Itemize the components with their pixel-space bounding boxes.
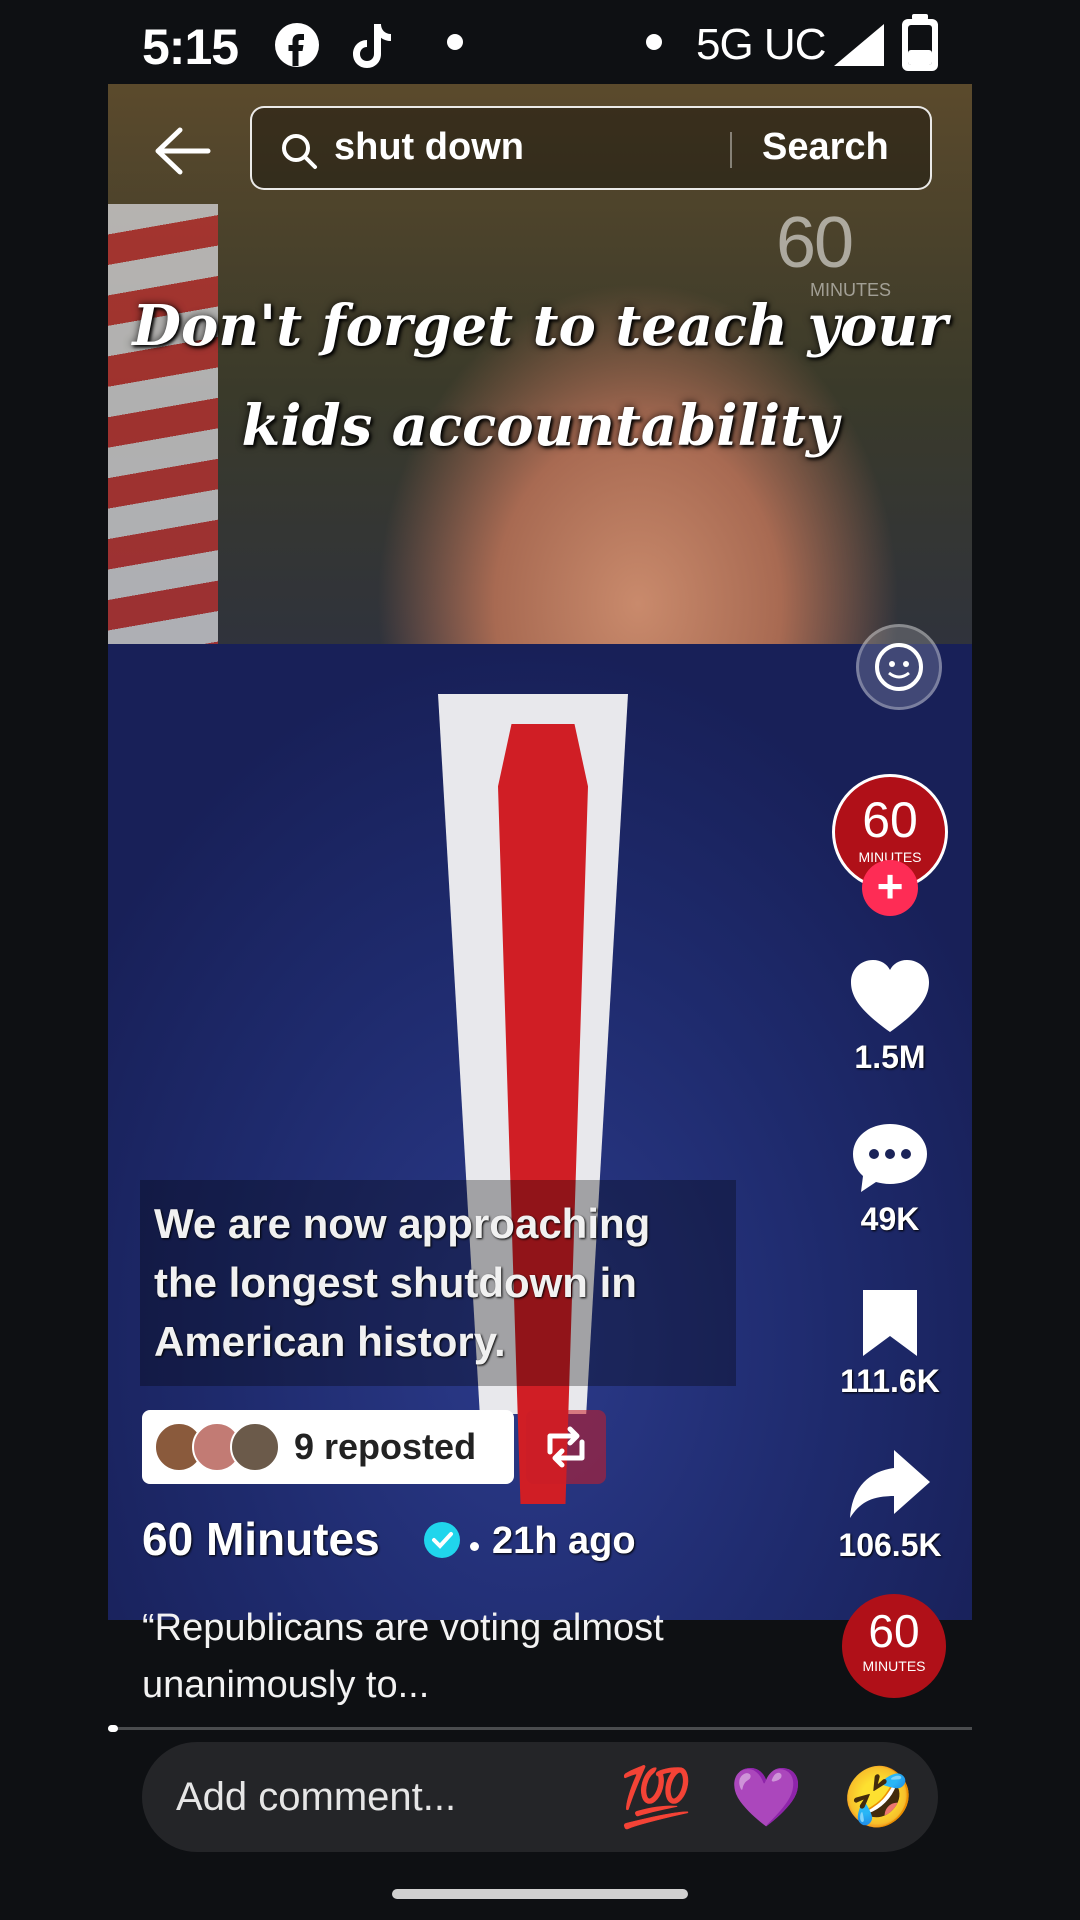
sound-disc-logo-text: 60	[868, 1605, 920, 1657]
purple-heart-emoji-icon[interactable]: 💜	[730, 1766, 802, 1830]
signal-icon	[834, 24, 884, 66]
repost-icon	[547, 1426, 585, 1468]
repost-button[interactable]	[526, 1410, 606, 1484]
verified-badge-icon	[424, 1522, 460, 1558]
top-bar: shut down Search	[0, 100, 1080, 196]
hundred-emoji-icon[interactable]: 💯	[620, 1766, 692, 1830]
video-overlay-title: Don't forget to teach your kids accounta…	[132, 293, 948, 459]
sound-disc-logo-sub: MINUTES	[862, 1658, 926, 1674]
meta-separator	[470, 1542, 479, 1551]
comment-placeholder[interactable]: Add comment...	[176, 1775, 456, 1820]
video-watermark: 60	[776, 203, 854, 283]
bookmark-icon	[863, 1290, 917, 1356]
repost-label: 9 reposted	[294, 1426, 477, 1467]
heart-icon	[851, 960, 929, 1032]
avatar-logo-text: 60	[862, 792, 918, 848]
status-dot	[646, 34, 662, 50]
comment-count: 49K	[860, 1201, 920, 1237]
reposter-avatar	[230, 1422, 280, 1472]
comment-action[interactable]: 49K	[820, 1120, 960, 1238]
save-action[interactable]: 111.6K	[820, 1286, 960, 1400]
share-count: 106.5K	[838, 1527, 942, 1563]
status-time: 5:15	[142, 19, 239, 75]
filter-effect-button[interactable]	[856, 624, 942, 710]
like-action[interactable]: 1.5M	[820, 958, 960, 1076]
save-count: 111.6K	[840, 1363, 940, 1399]
search-divider	[730, 132, 732, 168]
search-query[interactable]: shut down	[334, 126, 524, 169]
smiley-icon	[875, 643, 923, 691]
author-name[interactable]: 60 Minutes	[142, 1512, 380, 1566]
like-count: 1.5M	[854, 1039, 926, 1075]
video-progress-bar[interactable]	[108, 1725, 972, 1732]
share-arrow-icon	[850, 1450, 930, 1518]
post-description[interactable]: “Republicans are voting almost unanimous…	[142, 1600, 702, 1714]
network-label: 5G UC	[696, 20, 826, 69]
home-indicator[interactable]	[392, 1889, 688, 1899]
back-arrow-icon[interactable]	[152, 126, 212, 176]
tiktok-icon	[353, 24, 391, 68]
status-bar: 5:15 5G UC	[0, 0, 1080, 90]
notification-dot	[447, 34, 463, 50]
facebook-icon	[275, 23, 319, 67]
search-input[interactable]: shut down Search	[250, 106, 932, 190]
comment-icon	[853, 1124, 927, 1192]
share-action[interactable]: 106.5K	[820, 1446, 960, 1564]
video-caption: We are now approaching the longest shutd…	[140, 1180, 736, 1386]
follow-button[interactable]: +	[862, 860, 918, 916]
search-button[interactable]: Search	[762, 126, 889, 169]
video-progress-fill	[108, 1725, 118, 1732]
comment-input[interactable]: Add comment... 💯 💜 🤣	[142, 1742, 938, 1852]
rofl-emoji-icon[interactable]: 🤣	[842, 1766, 914, 1830]
search-icon	[282, 134, 317, 169]
repost-chip[interactable]: 9 reposted	[142, 1410, 514, 1484]
battery-icon	[902, 14, 938, 71]
sound-disc[interactable]: 60 MINUTES	[842, 1594, 946, 1698]
video-caption-text: We are now approaching the longest shutd…	[154, 1200, 651, 1365]
post-time: 21h ago	[492, 1520, 636, 1562]
